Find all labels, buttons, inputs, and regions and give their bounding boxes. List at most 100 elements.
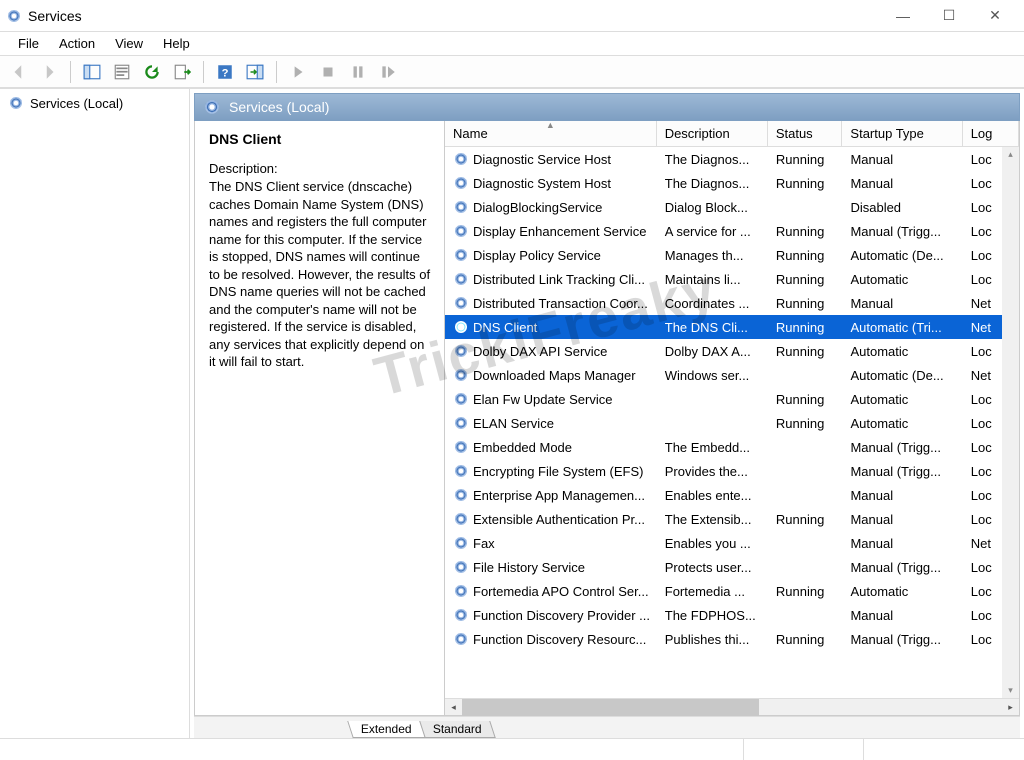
service-icon: [453, 511, 469, 527]
maximize-button[interactable]: ☐: [926, 1, 972, 31]
column-startup-type[interactable]: Startup Type: [842, 121, 962, 146]
service-status: Running: [768, 579, 843, 603]
description-label: Description:: [209, 161, 432, 176]
service-startup: Manual (Trigg...: [842, 555, 962, 579]
service-description: Publishes thi...: [657, 627, 768, 651]
pause-service-button[interactable]: [345, 59, 371, 85]
service-icon: [453, 463, 469, 479]
service-name: Function Discovery Provider ...: [473, 608, 650, 623]
scroll-thumb[interactable]: [462, 699, 759, 716]
content-area: Services (Local) DNS Client Description:…: [190, 89, 1024, 738]
vertical-scrollbar[interactable]: ▴ ▾: [1002, 147, 1019, 698]
service-row[interactable]: Fortemedia APO Control Ser...Fortemedia …: [445, 579, 1019, 603]
service-startup: Manual (Trigg...: [842, 435, 962, 459]
extended-info-pane: DNS Client Description: The DNS Client s…: [195, 121, 445, 715]
service-row[interactable]: Distributed Transaction Coor...Coordinat…: [445, 291, 1019, 315]
service-row[interactable]: DialogBlockingServiceDialog Block...Disa…: [445, 195, 1019, 219]
scroll-right-icon[interactable]: ▸: [1002, 699, 1019, 716]
service-row[interactable]: Distributed Link Tracking Cli...Maintain…: [445, 267, 1019, 291]
start-service-button[interactable]: [285, 59, 311, 85]
console-tree[interactable]: Services (Local): [0, 89, 190, 738]
service-row[interactable]: File History ServiceProtects user...Manu…: [445, 555, 1019, 579]
services-icon: [203, 98, 221, 116]
service-row[interactable]: Diagnostic System HostThe Diagnos...Runn…: [445, 171, 1019, 195]
service-row[interactable]: Downloaded Maps ManagerWindows ser...Aut…: [445, 363, 1019, 387]
service-description: The Extensib...: [657, 507, 768, 531]
service-row[interactable]: Display Enhancement ServiceA service for…: [445, 219, 1019, 243]
service-name: Extensible Authentication Pr...: [473, 512, 645, 527]
scroll-up-icon[interactable]: ▴: [1008, 149, 1013, 160]
menu-file[interactable]: File: [8, 34, 49, 53]
tree-item-services-local[interactable]: Services (Local): [4, 93, 185, 113]
status-cell: [864, 739, 1024, 760]
service-row[interactable]: Elan Fw Update ServiceRunningAutomaticLo…: [445, 387, 1019, 411]
minimize-button[interactable]: —: [880, 1, 926, 31]
service-row[interactable]: Encrypting File System (EFS)Provides the…: [445, 459, 1019, 483]
service-row[interactable]: Function Discovery Provider ...The FDPHO…: [445, 603, 1019, 627]
refresh-button[interactable]: [139, 59, 165, 85]
service-name: Encrypting File System (EFS): [473, 464, 644, 479]
scroll-down-icon[interactable]: ▾: [1008, 685, 1013, 696]
service-description: Enables ente...: [657, 483, 768, 507]
column-description[interactable]: Description: [657, 121, 768, 146]
tab-standard[interactable]: Standard: [419, 721, 495, 738]
service-row[interactable]: Enterprise App Managemen...Enables ente.…: [445, 483, 1019, 507]
help-button[interactable]: ?: [212, 59, 238, 85]
column-logon-as[interactable]: Log: [963, 121, 1019, 146]
service-icon: [453, 367, 469, 383]
service-name: Dolby DAX API Service: [473, 344, 607, 359]
service-startup: Manual: [842, 483, 962, 507]
service-name: Downloaded Maps Manager: [473, 368, 636, 383]
menu-action[interactable]: Action: [49, 34, 105, 53]
menu-view[interactable]: View: [105, 34, 153, 53]
service-description: The DNS Cli...: [657, 315, 768, 339]
service-name: Embedded Mode: [473, 440, 572, 455]
horizontal-scrollbar[interactable]: ◂ ▸: [445, 698, 1019, 715]
service-status: Running: [768, 219, 843, 243]
service-icon: [453, 415, 469, 431]
service-icon: [453, 247, 469, 263]
service-row[interactable]: Extensible Authentication Pr... The Exten…: [445, 507, 1019, 531]
tab-extended[interactable]: Extended: [347, 721, 425, 738]
show-hide-tree-button[interactable]: [79, 59, 105, 85]
service-row[interactable]: Diagnostic Service HostThe Diagnos...Run…: [445, 147, 1019, 171]
service-icon: [453, 175, 469, 191]
service-startup: Manual (Trigg...: [842, 627, 962, 651]
sort-indicator-icon: ▲: [546, 121, 555, 130]
list-body[interactable]: Diagnostic Service HostThe Diagnos...Run…: [445, 147, 1019, 698]
service-row[interactable]: ELAN ServiceRunningAutomaticLoc: [445, 411, 1019, 435]
service-status: Running: [768, 243, 843, 267]
properties-button[interactable]: [109, 59, 135, 85]
service-row[interactable]: DNS ClientThe DNS Cli...RunningAutomatic…: [445, 315, 1019, 339]
close-button[interactable]: ✕: [972, 1, 1018, 31]
back-button[interactable]: [6, 59, 32, 85]
tree-item-label: Services (Local): [30, 96, 123, 111]
service-startup: Automatic: [842, 579, 962, 603]
service-startup: Manual (Trigg...: [842, 219, 962, 243]
service-row[interactable]: Function Discovery Resourc...Publishes t…: [445, 627, 1019, 651]
service-row[interactable]: Embedded ModeThe Embedd...Manual (Trigg.…: [445, 435, 1019, 459]
service-row[interactable]: FaxEnables you ...ManualNet: [445, 531, 1019, 555]
status-bar: [0, 738, 1024, 760]
service-description: The Diagnos...: [657, 147, 768, 171]
service-status: [768, 483, 843, 507]
service-status: Running: [768, 627, 843, 651]
service-row[interactable]: Dolby DAX API ServiceDolby DAX A...Runni…: [445, 339, 1019, 363]
service-startup: Manual: [842, 603, 962, 627]
restart-service-button[interactable]: [375, 59, 401, 85]
services-list: Name ▲ Description Status Startup Type L…: [445, 121, 1019, 715]
service-icon: [453, 439, 469, 455]
menu-help[interactable]: Help: [153, 34, 200, 53]
service-icon: [453, 223, 469, 239]
stop-service-button[interactable]: [315, 59, 341, 85]
export-list-button[interactable]: [169, 59, 195, 85]
column-name[interactable]: Name ▲: [445, 121, 657, 146]
scroll-left-icon[interactable]: ◂: [445, 699, 462, 716]
scroll-track[interactable]: [462, 699, 1002, 716]
service-description: Manages th...: [657, 243, 768, 267]
forward-button[interactable]: [36, 59, 62, 85]
app-icon: [6, 8, 22, 24]
column-status[interactable]: Status: [768, 121, 843, 146]
service-row[interactable]: Display Policy ServiceManages th...Runni…: [445, 243, 1019, 267]
show-hide-action-pane-button[interactable]: [242, 59, 268, 85]
